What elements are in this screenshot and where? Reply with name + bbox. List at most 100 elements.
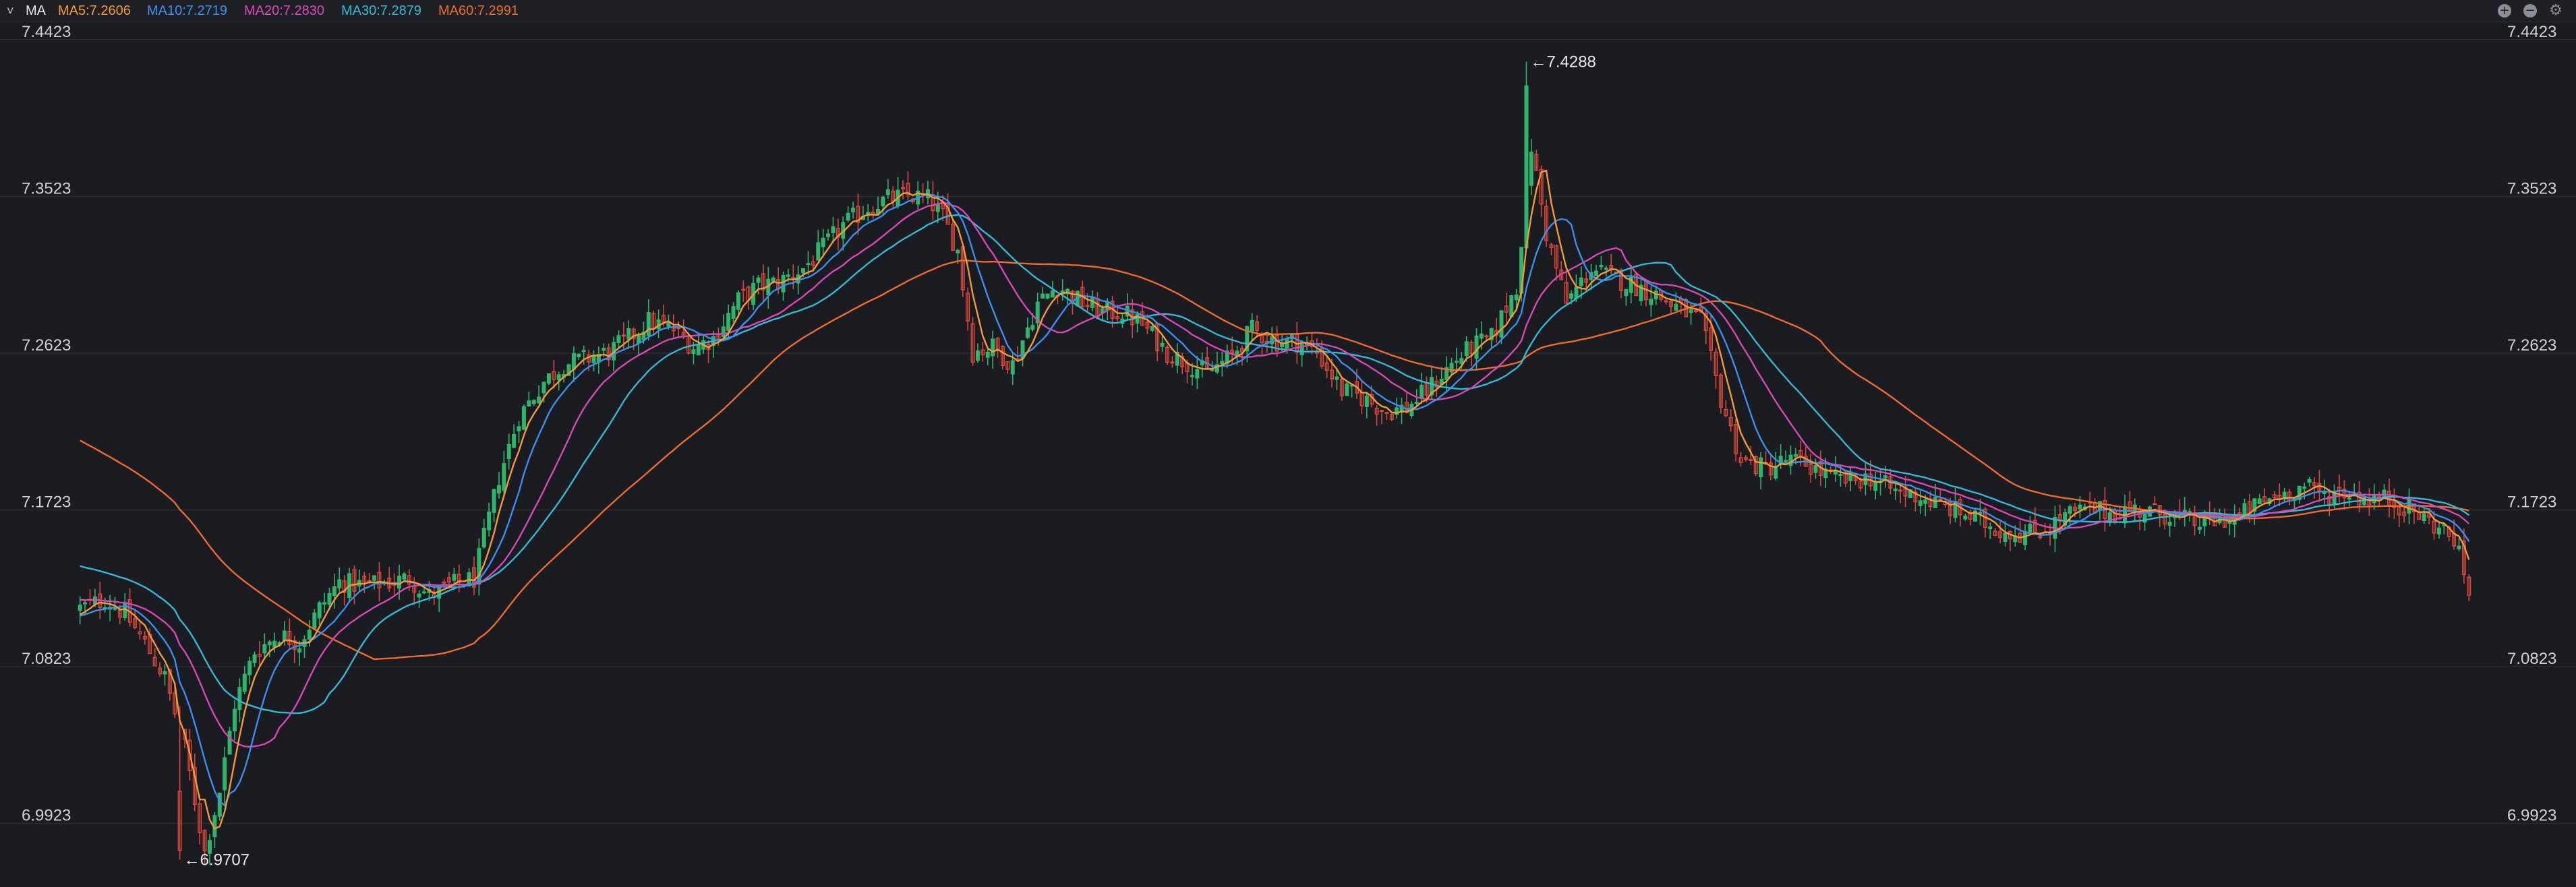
candle	[1718, 373, 1723, 414]
candle	[1120, 312, 1125, 328]
candle	[2197, 516, 2202, 534]
candle	[706, 340, 711, 363]
candle-body	[242, 673, 247, 692]
candle	[1594, 264, 1599, 276]
candle	[1200, 353, 1204, 378]
candle	[1714, 348, 1718, 389]
candle	[1963, 514, 1968, 521]
indicator-name: MA	[26, 3, 46, 18]
minus-circle-icon[interactable]: −	[2523, 4, 2537, 18]
candle	[1803, 446, 1808, 467]
candle-body	[531, 400, 536, 404]
candle	[1299, 340, 1304, 367]
candle	[481, 518, 486, 549]
candle	[1214, 351, 1219, 374]
candle	[766, 266, 771, 309]
candle-body	[1364, 395, 1369, 407]
candle	[2337, 474, 2342, 503]
candle	[1195, 355, 1200, 390]
candle	[546, 373, 551, 386]
candle	[975, 343, 980, 363]
candle-body	[2003, 532, 2008, 543]
candle	[2128, 491, 2132, 512]
candle-body	[322, 602, 327, 605]
candle-body	[1569, 293, 1574, 299]
candle	[1125, 293, 1130, 321]
plus-circle-icon[interactable]: +	[2498, 4, 2511, 18]
candle	[1454, 348, 1459, 370]
candle	[267, 640, 272, 657]
candle-body	[417, 593, 421, 598]
candle	[1664, 299, 1668, 305]
candle	[242, 666, 247, 695]
candle	[113, 597, 117, 611]
candle-body	[527, 400, 531, 406]
candle	[1973, 510, 1978, 522]
candle-body	[801, 268, 806, 274]
candle	[985, 348, 990, 366]
candle	[731, 302, 736, 323]
candle	[995, 336, 1000, 359]
candle	[906, 171, 910, 200]
candle	[1449, 357, 1454, 375]
candle-body	[78, 605, 82, 611]
candle-body	[1649, 299, 1653, 305]
candlestick-chart[interactable]: 7.4423 7.4423 7.3523 7.3523 7.2623 7.2623 7.17…	[0, 22, 2576, 887]
candle	[442, 578, 446, 585]
candle-body	[232, 708, 237, 732]
candle-body	[2153, 503, 2157, 506]
candle	[1205, 346, 1210, 369]
collapse-chevron-icon[interactable]: ˅	[7, 4, 14, 18]
candle-body	[806, 263, 811, 266]
candle	[866, 204, 871, 222]
candle	[2252, 498, 2257, 525]
candle	[2377, 491, 2382, 507]
candle	[876, 196, 881, 215]
candle	[1025, 317, 1030, 340]
candle-body	[282, 630, 287, 642]
candle	[2392, 488, 2397, 519]
candle-body	[452, 574, 457, 581]
candle	[477, 538, 481, 596]
candle	[417, 590, 421, 608]
candle-body	[1220, 361, 1225, 365]
candle	[1444, 356, 1449, 392]
candle	[646, 299, 651, 341]
candle	[471, 556, 476, 596]
candle-body	[1499, 310, 1504, 338]
candle-body	[1933, 497, 1937, 508]
candle	[1045, 293, 1050, 300]
ma10-line	[80, 193, 2470, 807]
candle	[387, 567, 392, 592]
candle-body	[816, 242, 821, 261]
candle	[227, 727, 232, 755]
candle-body	[496, 485, 501, 494]
candle-body	[885, 189, 890, 195]
gear-icon[interactable]: ⚙	[2549, 3, 2563, 18]
candle	[163, 664, 167, 686]
ma30-legend: MA30:7.2879	[341, 3, 421, 18]
candle	[1589, 264, 1593, 290]
candle	[2242, 498, 2247, 517]
candle	[746, 285, 751, 310]
ma20-legend: MA20:7.2830	[244, 3, 324, 18]
candle	[571, 346, 576, 383]
candle	[966, 287, 970, 331]
ma60-line	[80, 259, 2469, 661]
candle-body	[1599, 264, 1604, 268]
candle-body	[2028, 523, 2032, 533]
y-tick-label-right: 6.9923	[2507, 807, 2556, 825]
candle	[1065, 288, 1070, 304]
candle	[521, 404, 526, 431]
candle	[991, 330, 995, 369]
ma5-line	[80, 169, 2470, 830]
candle	[527, 392, 531, 407]
candle	[212, 812, 217, 849]
candle-body	[831, 226, 836, 233]
candle	[88, 589, 92, 605]
candle	[2327, 489, 2332, 516]
candle	[223, 746, 227, 804]
candle	[2262, 488, 2267, 505]
y-tick-label-left: 7.1723	[22, 493, 71, 511]
candle	[1913, 488, 1918, 512]
